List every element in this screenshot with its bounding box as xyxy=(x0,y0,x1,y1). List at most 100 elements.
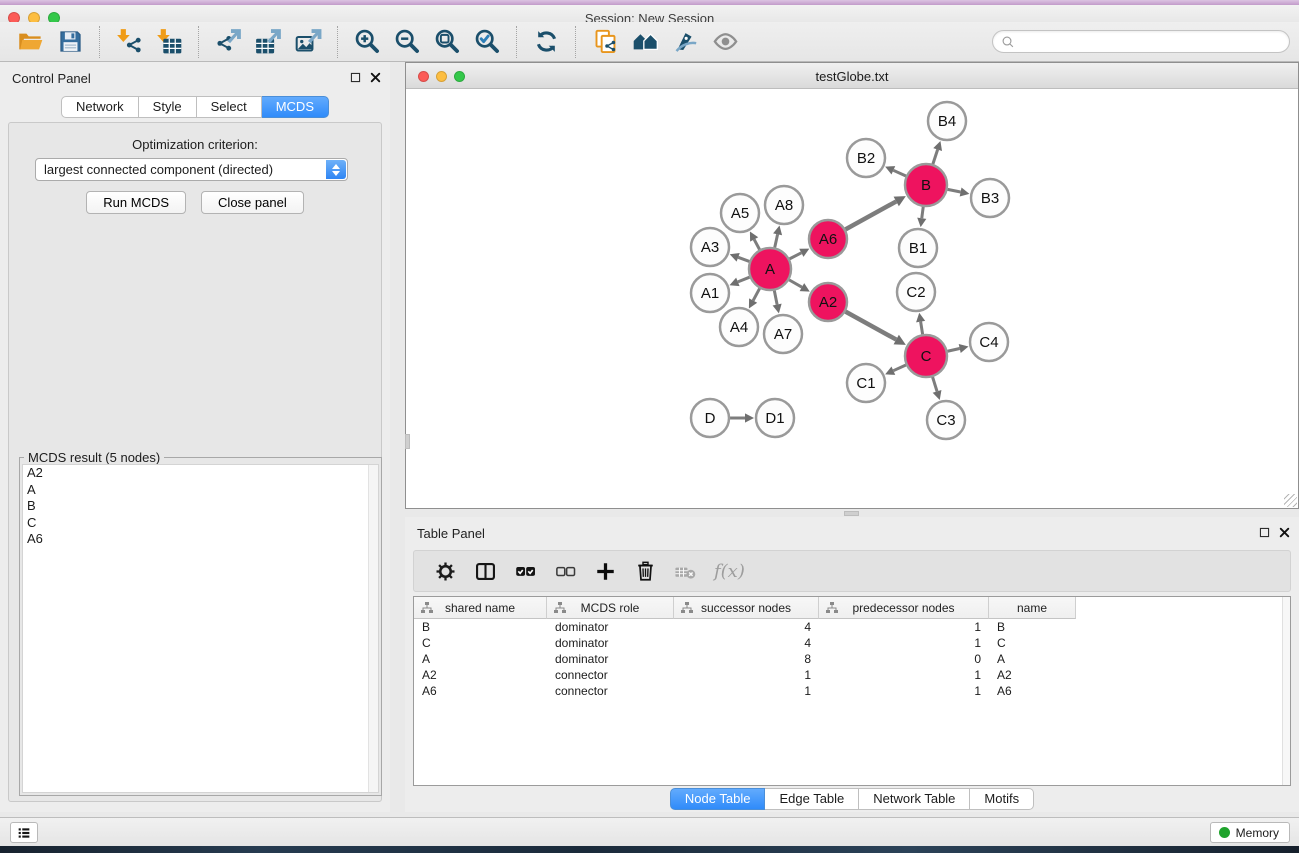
edge-B-B3[interactable] xyxy=(948,189,961,192)
table-cell[interactable]: 1 xyxy=(674,683,819,699)
edge-A-A3[interactable] xyxy=(738,257,749,261)
deselect-all-icon[interactable] xyxy=(550,556,580,586)
table-cell[interactable]: 8 xyxy=(674,651,819,667)
table-cell[interactable]: A xyxy=(989,651,1076,667)
column-header-predecessor-nodes[interactable]: predecessor nodes xyxy=(819,597,989,619)
run-mcds-button[interactable]: Run MCDS xyxy=(86,191,186,214)
table-cell[interactable]: connector xyxy=(547,667,674,683)
edge-A6-B[interactable] xyxy=(846,201,897,229)
select-all-icon[interactable] xyxy=(510,556,540,586)
table-row[interactable]: A2connector11A2 xyxy=(414,667,1290,683)
edge-A-A1[interactable] xyxy=(738,277,750,282)
tab-network-table[interactable]: Network Table xyxy=(859,788,970,810)
column-header-MCDS-role[interactable]: MCDS role xyxy=(547,597,674,619)
resize-grip-icon[interactable] xyxy=(1284,494,1297,507)
edge-A-A7[interactable] xyxy=(774,291,777,305)
table-cell[interactable]: A6 xyxy=(989,683,1076,699)
edge-A-A5[interactable] xyxy=(754,239,759,249)
edge-A-A2[interactable] xyxy=(789,280,802,287)
table-cell[interactable]: 1 xyxy=(819,635,989,651)
table-cell[interactable]: 4 xyxy=(674,619,819,635)
edge-B-B2[interactable] xyxy=(893,170,906,176)
table-cell[interactable]: 1 xyxy=(819,619,989,635)
table-cell[interactable]: dominator xyxy=(547,635,674,651)
table-cell[interactable]: C xyxy=(414,635,547,651)
network-canvas[interactable]: B4B2BB3B1A5A8A3A6AA1A2C2A4A7CC4C1C3DD1 xyxy=(406,89,1298,508)
edge-C-C1[interactable] xyxy=(893,365,906,371)
export-network-icon[interactable] xyxy=(212,26,244,58)
splitter-handle-horizontal[interactable] xyxy=(844,511,859,516)
graphics-details-icon[interactable] xyxy=(669,26,701,58)
close-panel-icon[interactable] xyxy=(369,71,382,84)
mcds-list-scrollbar[interactable] xyxy=(368,465,378,792)
table-cell[interactable]: B xyxy=(989,619,1076,635)
search-field[interactable] xyxy=(992,30,1290,53)
edge-A2-C[interactable] xyxy=(846,312,897,340)
table-scrollbar[interactable] xyxy=(1282,597,1290,785)
export-table-icon[interactable] xyxy=(252,26,284,58)
tab-edge-table[interactable]: Edge Table xyxy=(765,788,859,810)
column-header-successor-nodes[interactable]: successor nodes xyxy=(674,597,819,619)
float-panel-icon[interactable] xyxy=(1258,526,1271,539)
tab-mcds[interactable]: MCDS xyxy=(262,96,329,118)
mcds-result-list[interactable]: A2ABCA6 xyxy=(22,464,379,793)
table-cell[interactable]: A2 xyxy=(414,667,547,683)
tab-select[interactable]: Select xyxy=(197,96,262,118)
mcds-result-item[interactable]: C xyxy=(23,515,378,532)
mcds-result-item[interactable]: A6 xyxy=(23,531,378,548)
table-cell[interactable]: 0 xyxy=(819,651,989,667)
mcds-result-item[interactable]: A xyxy=(23,482,378,499)
edge-C-C3[interactable] xyxy=(933,377,937,391)
import-network-icon[interactable] xyxy=(113,26,145,58)
table-row[interactable]: A6connector11A6 xyxy=(414,683,1290,699)
table-cell[interactable]: dominator xyxy=(547,619,674,635)
edge-B-B4[interactable] xyxy=(933,150,938,165)
tab-node-table[interactable]: Node Table xyxy=(670,788,766,810)
table-cell[interactable]: C xyxy=(989,635,1076,651)
float-panel-icon[interactable] xyxy=(349,71,362,84)
table-cell[interactable]: A xyxy=(414,651,547,667)
tab-motifs[interactable]: Motifs xyxy=(970,788,1034,810)
splitter-handle-vertical[interactable] xyxy=(405,434,410,449)
edge-A-A4[interactable] xyxy=(753,288,759,300)
tab-network[interactable]: Network xyxy=(61,96,139,118)
close-panel-icon[interactable] xyxy=(1278,526,1291,539)
table-cell[interactable]: connector xyxy=(547,683,674,699)
zoom-fit-icon[interactable] xyxy=(431,26,463,58)
task-history-button[interactable] xyxy=(10,822,38,843)
table-row[interactable]: Cdominator41C xyxy=(414,635,1290,651)
table-cell[interactable]: 1 xyxy=(674,667,819,683)
close-panel-button[interactable]: Close panel xyxy=(201,191,304,214)
table-cell[interactable]: A6 xyxy=(414,683,547,699)
export-image-icon[interactable] xyxy=(292,26,324,58)
memory-button[interactable]: Memory xyxy=(1210,822,1290,843)
table-row[interactable]: Adominator80A xyxy=(414,651,1290,667)
split-view-icon[interactable] xyxy=(470,556,500,586)
save-icon[interactable] xyxy=(54,26,86,58)
table-cell[interactable]: dominator xyxy=(547,651,674,667)
import-table-icon[interactable] xyxy=(153,26,185,58)
table-row[interactable]: Bdominator41B xyxy=(414,619,1290,635)
zoom-out-icon[interactable] xyxy=(391,26,423,58)
edge-C-C2[interactable] xyxy=(921,322,923,335)
delete-icon[interactable] xyxy=(630,556,660,586)
table-cell[interactable]: 1 xyxy=(819,683,989,699)
column-header-shared-name[interactable]: shared name xyxy=(414,597,547,619)
table-cell[interactable]: B xyxy=(414,619,547,635)
add-icon[interactable] xyxy=(590,556,620,586)
zoom-in-icon[interactable] xyxy=(351,26,383,58)
network-overview-icon[interactable] xyxy=(629,26,661,58)
mcds-result-item[interactable]: B xyxy=(23,498,378,515)
duplicate-network-icon[interactable] xyxy=(589,26,621,58)
gear-icon[interactable] xyxy=(430,556,460,586)
table-cell[interactable]: 1 xyxy=(819,667,989,683)
table-cell[interactable]: 4 xyxy=(674,635,819,651)
mcds-result-item[interactable]: A2 xyxy=(23,465,378,482)
edge-A-A8[interactable] xyxy=(775,234,778,247)
show-hide-icon[interactable] xyxy=(709,26,741,58)
zoom-selected-icon[interactable] xyxy=(471,26,503,58)
open-icon[interactable] xyxy=(14,26,46,58)
search-input[interactable] xyxy=(1015,33,1289,51)
tab-style[interactable]: Style xyxy=(139,96,197,118)
refresh-icon[interactable] xyxy=(530,26,562,58)
